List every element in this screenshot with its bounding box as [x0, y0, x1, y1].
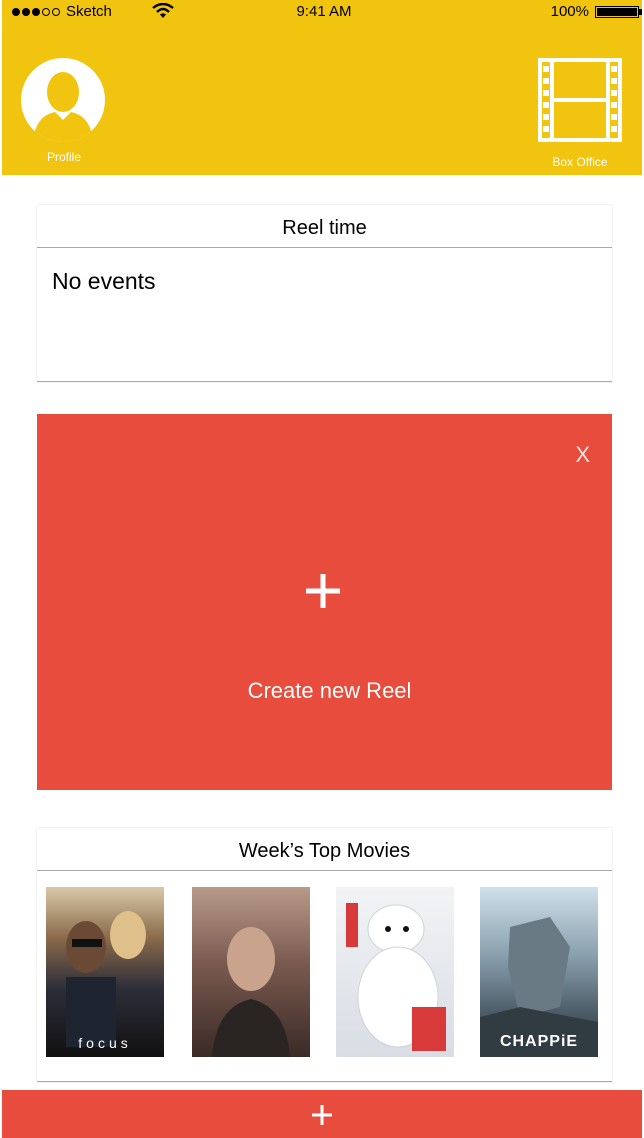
- profile-button[interactable]: Profile: [21, 58, 107, 164]
- avatar: [21, 58, 105, 142]
- status-time: 9:41 AM: [296, 3, 352, 20]
- movie-poster[interactable]: focus: [46, 887, 164, 1057]
- status-bar: Sketch 9:41 AM 100%: [2, 0, 642, 24]
- movie-poster[interactable]: CHAPPiE: [480, 887, 598, 1057]
- box-office-button[interactable]: Box Office: [532, 58, 628, 169]
- plus-icon: [306, 574, 340, 608]
- poster-title: focus: [78, 1035, 132, 1051]
- movie-poster-icon: [346, 903, 446, 1051]
- movie-poster[interactable]: [192, 887, 310, 1057]
- profile-label: Profile: [46, 150, 81, 164]
- poster-row: focus CHAPPiE: [37, 871, 612, 1081]
- movie-poster-icon: [66, 911, 146, 1047]
- battery-percent: 100%: [550, 3, 589, 20]
- movie-poster[interactable]: [336, 887, 454, 1057]
- poster-title: CHAPPiE: [499, 1033, 579, 1050]
- person-silhouette-icon: [33, 72, 93, 142]
- create-reel-label: Create new Reel: [247, 678, 412, 703]
- movie-poster-icon: [480, 917, 598, 1057]
- movie-poster-icon: [212, 927, 290, 1057]
- no-events-text: No events: [52, 268, 156, 294]
- top-movies-title: Week’s Top Movies: [37, 828, 612, 871]
- add-button[interactable]: [2, 1090, 642, 1138]
- battery-indicator: 100%: [551, 3, 642, 20]
- reel-time-card: Reel time No events: [37, 205, 612, 382]
- film-strip-icon: [538, 58, 622, 142]
- app-header: Sketch 9:41 AM 100% Profile Box Office: [2, 0, 642, 175]
- create-reel-card[interactable]: X Create new Reel: [37, 414, 612, 790]
- battery-icon: [595, 5, 639, 18]
- top-movies-card: Week’s Top Movies focus CHAPPiE: [37, 828, 612, 1082]
- close-button[interactable]: X: [575, 442, 590, 468]
- box-office-label: Box Office: [552, 155, 608, 169]
- plus-icon: [312, 1105, 332, 1125]
- reel-time-title: Reel time: [37, 205, 612, 248]
